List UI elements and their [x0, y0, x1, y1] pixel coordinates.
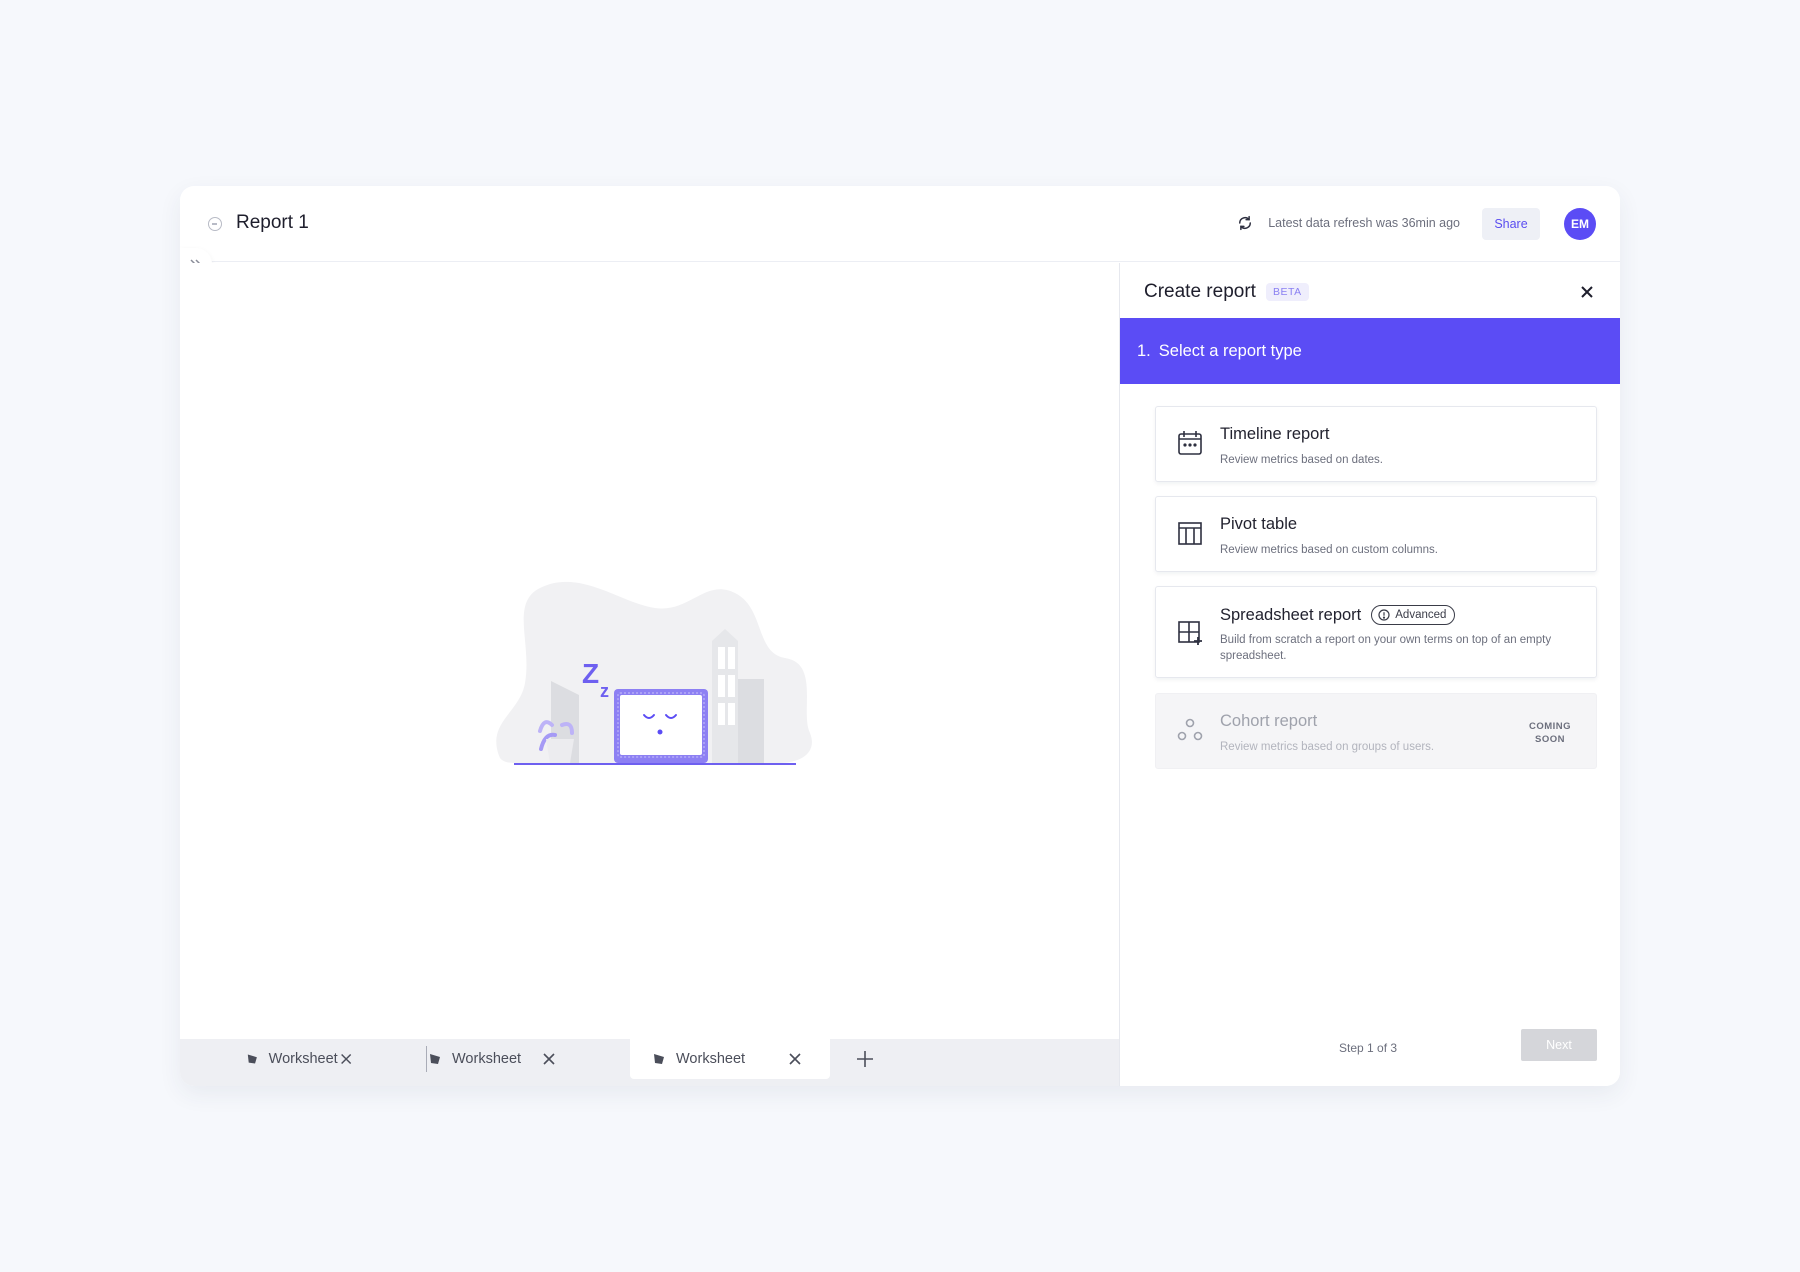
option-spreadsheet-report[interactable]: Spreadsheet report Advanced Build from s…: [1155, 586, 1597, 678]
advanced-badge: Advanced: [1371, 605, 1456, 625]
next-button[interactable]: Next: [1521, 1029, 1597, 1061]
worksheet-icon: [654, 1054, 664, 1064]
tab-label: Worksheet: [268, 1051, 338, 1067]
avatar[interactable]: EM: [1564, 208, 1596, 240]
sleep-z-small: z: [600, 681, 609, 701]
close-icon[interactable]: [338, 1050, 354, 1068]
step-number: 1.: [1137, 341, 1151, 360]
option-description: Review metrics based on groups of users.: [1220, 741, 1435, 753]
worksheet-icon: [430, 1054, 440, 1064]
close-icon[interactable]: [540, 1050, 558, 1068]
app-window: Report 1 Latest data refresh was 36min a…: [180, 186, 1620, 1086]
option-description: Build from scratch a report on your own …: [1220, 634, 1552, 663]
status-icon: [208, 217, 222, 231]
share-button[interactable]: Share: [1482, 208, 1540, 240]
option-title: Spreadsheet report Advanced: [1220, 605, 1456, 625]
refresh-icon[interactable]: [1236, 214, 1254, 232]
option-title: Pivot table: [1220, 515, 1298, 533]
data-refresh-status: Latest data refresh was 36min ago: [1236, 214, 1460, 232]
option-cohort-report: Cohort report Review metrics based on gr…: [1155, 693, 1597, 769]
grid-plus-icon: [1178, 621, 1202, 645]
worksheet-icon: [247, 1054, 257, 1064]
worksheet-tabs: Worksheet Worksheet Worksheet: [180, 1039, 1119, 1086]
beta-badge: BETA: [1265, 283, 1309, 301]
sleep-z-large: Z: [582, 658, 599, 689]
refresh-text: Latest data refresh was 36min ago: [1268, 216, 1460, 230]
tab-label: Worksheet: [676, 1051, 746, 1067]
close-panel-icon[interactable]: [1578, 283, 1596, 301]
report-canvas: Z z: [180, 263, 1119, 1039]
calendar-icon: [1178, 431, 1202, 455]
worksheet-tab[interactable]: Worksheet: [180, 1039, 380, 1079]
step-title: Select a report type: [1158, 341, 1302, 360]
empty-state-illustration: Z z: [496, 581, 812, 765]
panel-title: Create report: [1144, 281, 1256, 302]
create-report-panel: Create report BETA 1. Select a report ty…: [1119, 263, 1620, 1086]
option-title: Timeline report: [1220, 425, 1330, 443]
info-icon: [1378, 609, 1390, 621]
close-icon[interactable]: [786, 1050, 804, 1068]
panel-header: Create report BETA: [1144, 281, 1309, 303]
option-title: Cohort report: [1220, 712, 1318, 730]
top-bar: Report 1 Latest data refresh was 36min a…: [180, 186, 1620, 262]
option-description: Review metrics based on dates.: [1220, 454, 1383, 466]
option-description: Review metrics based on custom columns.: [1220, 544, 1438, 556]
table-icon: [1178, 522, 1202, 545]
option-timeline-report[interactable]: Timeline report Review metrics based on …: [1155, 406, 1597, 482]
step-banner: 1. Select a report type: [1120, 318, 1620, 384]
page-title[interactable]: Report 1: [236, 212, 309, 234]
coming-soon-badge: COMING SOON: [1528, 721, 1572, 746]
add-tab-icon[interactable]: [855, 1049, 875, 1069]
option-pivot-table[interactable]: Pivot table Review metrics based on cust…: [1155, 496, 1597, 572]
worksheet-tab-active[interactable]: Worksheet: [630, 1039, 830, 1079]
step-indicator: Step 1 of 3: [1339, 1041, 1398, 1055]
tab-label: Worksheet: [452, 1051, 522, 1067]
cohort-icon: [1177, 718, 1203, 741]
worksheet-tab[interactable]: Worksheet: [384, 1039, 584, 1079]
